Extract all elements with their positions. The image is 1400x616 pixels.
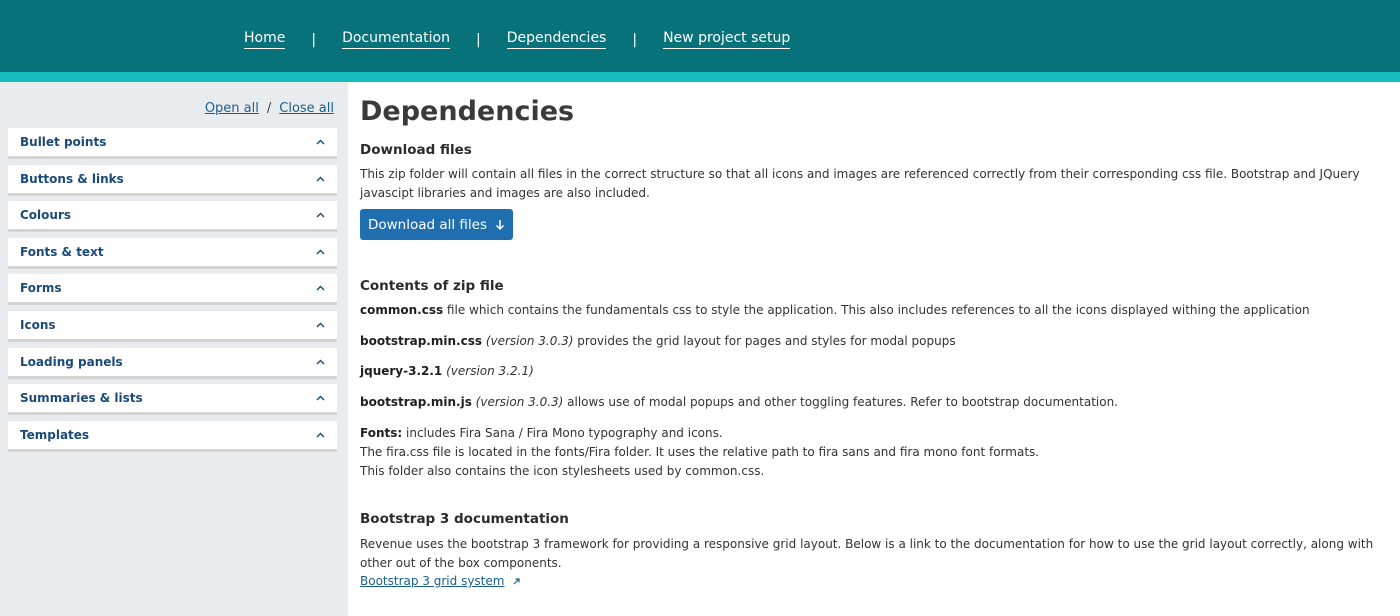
download-button-label: Download all files [367, 216, 488, 233]
chevron-up-icon [315, 174, 325, 184]
accordion-item-templates[interactable]: Templates [8, 420, 337, 452]
accordion-label: Icons [20, 317, 56, 332]
accordion-item-bullet-points[interactable]: Bullet points [8, 128, 337, 159]
chevron-up-icon [315, 320, 325, 330]
file-version: (version 3.2.1) [446, 364, 534, 378]
header-accent-bar [0, 72, 1400, 82]
nav-dependencies-link[interactable]: Dependencies [506, 30, 607, 49]
chevron-up-icon [315, 357, 325, 367]
file-version: (version 3.0.3) [475, 395, 564, 409]
accordion-label: Bullet points [20, 135, 107, 149]
contents-item-bootstrap-js: bootstrap.min.js (version 3.0.3) allows … [360, 393, 1395, 412]
fonts-line-2: The fira.css file is located in the font… [360, 445, 1040, 459]
external-link-icon [513, 578, 520, 585]
fonts-line-3: This folder also contains the icon style… [360, 464, 765, 478]
bootstrap-docs-description: Revenue uses the bootstrap 3 framework f… [360, 537, 1374, 570]
nav-new-project-setup-link[interactable]: New project setup [663, 30, 791, 49]
accordion-label: Forms [20, 281, 62, 296]
accordion-item-fonts-text[interactable]: Fonts & text [8, 237, 337, 269]
accordion-label: Summaries & lists [20, 391, 143, 406]
nav-separator: | [311, 31, 317, 48]
accordion-label: Buttons & links [20, 171, 124, 186]
fonts-description: includes Fira Sana / Fira Mono typograph… [402, 426, 723, 440]
download-files-heading: Download files [360, 142, 472, 158]
accordion-list: Bullet points Buttons & links Colours Fo… [8, 128, 337, 457]
download-description: This zip folder will contain all files i… [360, 167, 1360, 200]
file-description: allows use of modal popups and other tog… [563, 395, 1118, 409]
contents-heading: Contents of zip file [360, 278, 504, 294]
accordion-label: Fonts & text [20, 244, 104, 259]
open-all-link[interactable]: Open all [205, 101, 259, 116]
nav-separator: | [476, 31, 481, 48]
page-title: Dependencies [360, 96, 575, 127]
fonts-line-1: Fonts: includes Fira Sana / Fira Mono ty… [360, 424, 1395, 443]
arrow-down-icon [496, 219, 505, 230]
sidebar: Open all / Close all Bullet points Butto… [0, 82, 348, 616]
contents-item-bootstrap-css: bootstrap.min.css (version 3.0.3) provid… [360, 332, 1395, 351]
site-header: Home | Documentation | Dependencies | Ne… [0, 0, 1400, 72]
bootstrap-link-row: Bootstrap 3 grid system [360, 572, 1395, 591]
accordion-toggles: Open all / Close all [205, 101, 334, 116]
file-name: bootstrap.min.css [360, 334, 482, 348]
file-name: jquery-3.2.1 [360, 364, 443, 378]
accordion-item-buttons-links[interactable]: Buttons & links [8, 164, 337, 196]
chevron-up-icon [315, 210, 325, 220]
toggle-separator: / [266, 101, 272, 116]
accordion-label: Colours [20, 208, 72, 223]
chevron-up-icon [315, 247, 325, 257]
file-description: file which contains the fundamentals css… [443, 303, 1310, 317]
nav-documentation-link[interactable]: Documentation [342, 30, 450, 49]
main-nav: Home | Documentation | Dependencies | Ne… [238, 30, 796, 49]
file-name: bootstrap.min.js [360, 395, 472, 409]
chevron-up-icon [315, 393, 325, 403]
chevron-up-icon [315, 283, 325, 293]
contents-item-common-css: common.css file which contains the funda… [360, 301, 1395, 320]
contents-item-fonts: Fonts: includes Fira Sana / Fira Mono ty… [360, 424, 1395, 481]
accordion-item-forms[interactable]: Forms [8, 274, 337, 306]
close-all-link[interactable]: Close all [279, 101, 334, 116]
accordion-label: Templates [20, 427, 90, 442]
download-all-files-button[interactable]: Download all files [360, 209, 513, 240]
file-version: (version 3.0.3) [485, 334, 574, 348]
accordion-item-loading-panels[interactable]: Loading panels [8, 347, 337, 379]
chevron-up-icon [315, 430, 325, 440]
bootstrap-docs-heading: Bootstrap 3 documentation [360, 511, 569, 527]
file-name: common.css [360, 303, 444, 317]
chevron-up-icon [315, 137, 325, 147]
accordion-label: Loading panels [20, 354, 123, 369]
contents-item-jquery: jquery-3.2.1 (version 3.2.1) [360, 362, 1395, 381]
fonts-label: Fonts: [360, 426, 403, 440]
accordion-item-icons[interactable]: Icons [8, 310, 337, 342]
nav-separator: | [632, 31, 638, 48]
nav-home-link[interactable]: Home [244, 30, 286, 49]
accordion-item-summaries-lists[interactable]: Summaries & lists [8, 384, 337, 416]
bootstrap-grid-link[interactable]: Bootstrap 3 grid system [360, 574, 504, 588]
accordion-item-colours[interactable]: Colours [8, 201, 337, 233]
file-description: provides the grid layout for pages and s… [573, 334, 956, 348]
